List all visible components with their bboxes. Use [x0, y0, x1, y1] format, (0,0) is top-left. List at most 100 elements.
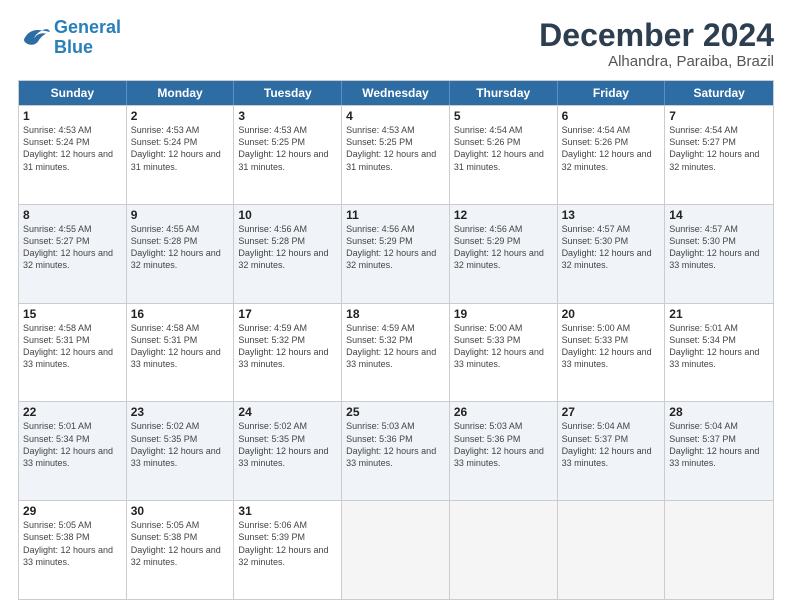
- day-number: 29: [23, 504, 122, 518]
- day-info: Sunrise: 4:58 AM Sunset: 5:31 PM Dayligh…: [131, 322, 230, 371]
- calendar-cell: 11Sunrise: 4:56 AM Sunset: 5:29 PM Dayli…: [342, 205, 450, 303]
- month-title: December 2024: [539, 18, 774, 53]
- day-number: 23: [131, 405, 230, 419]
- header-wednesday: Wednesday: [342, 81, 450, 105]
- calendar-cell: 29Sunrise: 5:05 AM Sunset: 5:38 PM Dayli…: [19, 501, 127, 599]
- day-info: Sunrise: 5:05 AM Sunset: 5:38 PM Dayligh…: [131, 519, 230, 568]
- calendar-cell: 31Sunrise: 5:06 AM Sunset: 5:39 PM Dayli…: [234, 501, 342, 599]
- calendar-cell: 24Sunrise: 5:02 AM Sunset: 5:35 PM Dayli…: [234, 402, 342, 500]
- day-number: 2: [131, 109, 230, 123]
- calendar-body: 1Sunrise: 4:53 AM Sunset: 5:24 PM Daylig…: [19, 105, 773, 599]
- calendar-cell: 5Sunrise: 4:54 AM Sunset: 5:26 PM Daylig…: [450, 106, 558, 204]
- calendar-cell: 21Sunrise: 5:01 AM Sunset: 5:34 PM Dayli…: [665, 304, 773, 402]
- day-number: 5: [454, 109, 553, 123]
- day-info: Sunrise: 4:54 AM Sunset: 5:26 PM Dayligh…: [454, 124, 553, 173]
- day-info: Sunrise: 4:57 AM Sunset: 5:30 PM Dayligh…: [562, 223, 661, 272]
- day-info: Sunrise: 5:03 AM Sunset: 5:36 PM Dayligh…: [346, 420, 445, 469]
- day-info: Sunrise: 5:01 AM Sunset: 5:34 PM Dayligh…: [669, 322, 769, 371]
- day-number: 21: [669, 307, 769, 321]
- day-info: Sunrise: 4:56 AM Sunset: 5:29 PM Dayligh…: [454, 223, 553, 272]
- day-info: Sunrise: 4:53 AM Sunset: 5:24 PM Dayligh…: [23, 124, 122, 173]
- calendar-cell: 10Sunrise: 4:56 AM Sunset: 5:28 PM Dayli…: [234, 205, 342, 303]
- logo-text: General Blue: [54, 18, 121, 58]
- header-monday: Monday: [127, 81, 235, 105]
- day-number: 28: [669, 405, 769, 419]
- calendar-cell: 4Sunrise: 4:53 AM Sunset: 5:25 PM Daylig…: [342, 106, 450, 204]
- calendar-cell: 14Sunrise: 4:57 AM Sunset: 5:30 PM Dayli…: [665, 205, 773, 303]
- calendar-cell: 6Sunrise: 4:54 AM Sunset: 5:26 PM Daylig…: [558, 106, 666, 204]
- calendar-cell: 8Sunrise: 4:55 AM Sunset: 5:27 PM Daylig…: [19, 205, 127, 303]
- calendar-cell: 12Sunrise: 4:56 AM Sunset: 5:29 PM Dayli…: [450, 205, 558, 303]
- day-info: Sunrise: 4:53 AM Sunset: 5:24 PM Dayligh…: [131, 124, 230, 173]
- day-info: Sunrise: 4:53 AM Sunset: 5:25 PM Dayligh…: [346, 124, 445, 173]
- day-info: Sunrise: 4:56 AM Sunset: 5:28 PM Dayligh…: [238, 223, 337, 272]
- location-subtitle: Alhandra, Paraiba, Brazil: [539, 53, 774, 70]
- day-number: 25: [346, 405, 445, 419]
- day-number: 9: [131, 208, 230, 222]
- day-info: Sunrise: 4:53 AM Sunset: 5:25 PM Dayligh…: [238, 124, 337, 173]
- header-saturday: Saturday: [665, 81, 773, 105]
- calendar-cell: [665, 501, 773, 599]
- calendar-cell: 13Sunrise: 4:57 AM Sunset: 5:30 PM Dayli…: [558, 205, 666, 303]
- day-info: Sunrise: 5:02 AM Sunset: 5:35 PM Dayligh…: [131, 420, 230, 469]
- calendar-week-1: 1Sunrise: 4:53 AM Sunset: 5:24 PM Daylig…: [19, 105, 773, 204]
- header-thursday: Thursday: [450, 81, 558, 105]
- calendar-cell: 30Sunrise: 5:05 AM Sunset: 5:38 PM Dayli…: [127, 501, 235, 599]
- day-number: 10: [238, 208, 337, 222]
- calendar-cell: 28Sunrise: 5:04 AM Sunset: 5:37 PM Dayli…: [665, 402, 773, 500]
- calendar-week-2: 8Sunrise: 4:55 AM Sunset: 5:27 PM Daylig…: [19, 204, 773, 303]
- day-number: 24: [238, 405, 337, 419]
- header: General Blue December 2024 Alhandra, Par…: [18, 18, 774, 70]
- header-tuesday: Tuesday: [234, 81, 342, 105]
- calendar-cell: 23Sunrise: 5:02 AM Sunset: 5:35 PM Dayli…: [127, 402, 235, 500]
- day-info: Sunrise: 5:05 AM Sunset: 5:38 PM Dayligh…: [23, 519, 122, 568]
- day-number: 13: [562, 208, 661, 222]
- day-number: 19: [454, 307, 553, 321]
- calendar-cell: 2Sunrise: 4:53 AM Sunset: 5:24 PM Daylig…: [127, 106, 235, 204]
- day-info: Sunrise: 4:54 AM Sunset: 5:27 PM Dayligh…: [669, 124, 769, 173]
- day-number: 8: [23, 208, 122, 222]
- day-info: Sunrise: 4:58 AM Sunset: 5:31 PM Dayligh…: [23, 322, 122, 371]
- calendar-cell: 3Sunrise: 4:53 AM Sunset: 5:25 PM Daylig…: [234, 106, 342, 204]
- calendar-cell: 20Sunrise: 5:00 AM Sunset: 5:33 PM Dayli…: [558, 304, 666, 402]
- day-number: 16: [131, 307, 230, 321]
- header-sunday: Sunday: [19, 81, 127, 105]
- calendar-cell: 9Sunrise: 4:55 AM Sunset: 5:28 PM Daylig…: [127, 205, 235, 303]
- title-section: December 2024 Alhandra, Paraiba, Brazil: [539, 18, 774, 70]
- calendar-cell: 1Sunrise: 4:53 AM Sunset: 5:24 PM Daylig…: [19, 106, 127, 204]
- day-number: 22: [23, 405, 122, 419]
- calendar-cell: [558, 501, 666, 599]
- day-info: Sunrise: 4:56 AM Sunset: 5:29 PM Dayligh…: [346, 223, 445, 272]
- calendar-cell: 19Sunrise: 5:00 AM Sunset: 5:33 PM Dayli…: [450, 304, 558, 402]
- calendar-cell: [450, 501, 558, 599]
- day-info: Sunrise: 4:54 AM Sunset: 5:26 PM Dayligh…: [562, 124, 661, 173]
- day-info: Sunrise: 5:02 AM Sunset: 5:35 PM Dayligh…: [238, 420, 337, 469]
- calendar-cell: 25Sunrise: 5:03 AM Sunset: 5:36 PM Dayli…: [342, 402, 450, 500]
- calendar-cell: 16Sunrise: 4:58 AM Sunset: 5:31 PM Dayli…: [127, 304, 235, 402]
- day-info: Sunrise: 4:55 AM Sunset: 5:28 PM Dayligh…: [131, 223, 230, 272]
- logo: General Blue: [18, 18, 121, 58]
- day-number: 3: [238, 109, 337, 123]
- logo-icon: [18, 24, 50, 52]
- day-info: Sunrise: 4:59 AM Sunset: 5:32 PM Dayligh…: [346, 322, 445, 371]
- day-number: 4: [346, 109, 445, 123]
- day-info: Sunrise: 4:57 AM Sunset: 5:30 PM Dayligh…: [669, 223, 769, 272]
- day-number: 17: [238, 307, 337, 321]
- day-number: 11: [346, 208, 445, 222]
- calendar-cell: 18Sunrise: 4:59 AM Sunset: 5:32 PM Dayli…: [342, 304, 450, 402]
- day-number: 14: [669, 208, 769, 222]
- day-info: Sunrise: 4:59 AM Sunset: 5:32 PM Dayligh…: [238, 322, 337, 371]
- day-number: 18: [346, 307, 445, 321]
- day-info: Sunrise: 5:00 AM Sunset: 5:33 PM Dayligh…: [562, 322, 661, 371]
- day-info: Sunrise: 5:06 AM Sunset: 5:39 PM Dayligh…: [238, 519, 337, 568]
- day-number: 6: [562, 109, 661, 123]
- day-number: 12: [454, 208, 553, 222]
- calendar-week-4: 22Sunrise: 5:01 AM Sunset: 5:34 PM Dayli…: [19, 401, 773, 500]
- day-number: 31: [238, 504, 337, 518]
- day-number: 15: [23, 307, 122, 321]
- calendar-cell: 15Sunrise: 4:58 AM Sunset: 5:31 PM Dayli…: [19, 304, 127, 402]
- day-info: Sunrise: 5:00 AM Sunset: 5:33 PM Dayligh…: [454, 322, 553, 371]
- day-info: Sunrise: 5:01 AM Sunset: 5:34 PM Dayligh…: [23, 420, 122, 469]
- calendar-cell: 26Sunrise: 5:03 AM Sunset: 5:36 PM Dayli…: [450, 402, 558, 500]
- calendar-header: Sunday Monday Tuesday Wednesday Thursday…: [19, 81, 773, 105]
